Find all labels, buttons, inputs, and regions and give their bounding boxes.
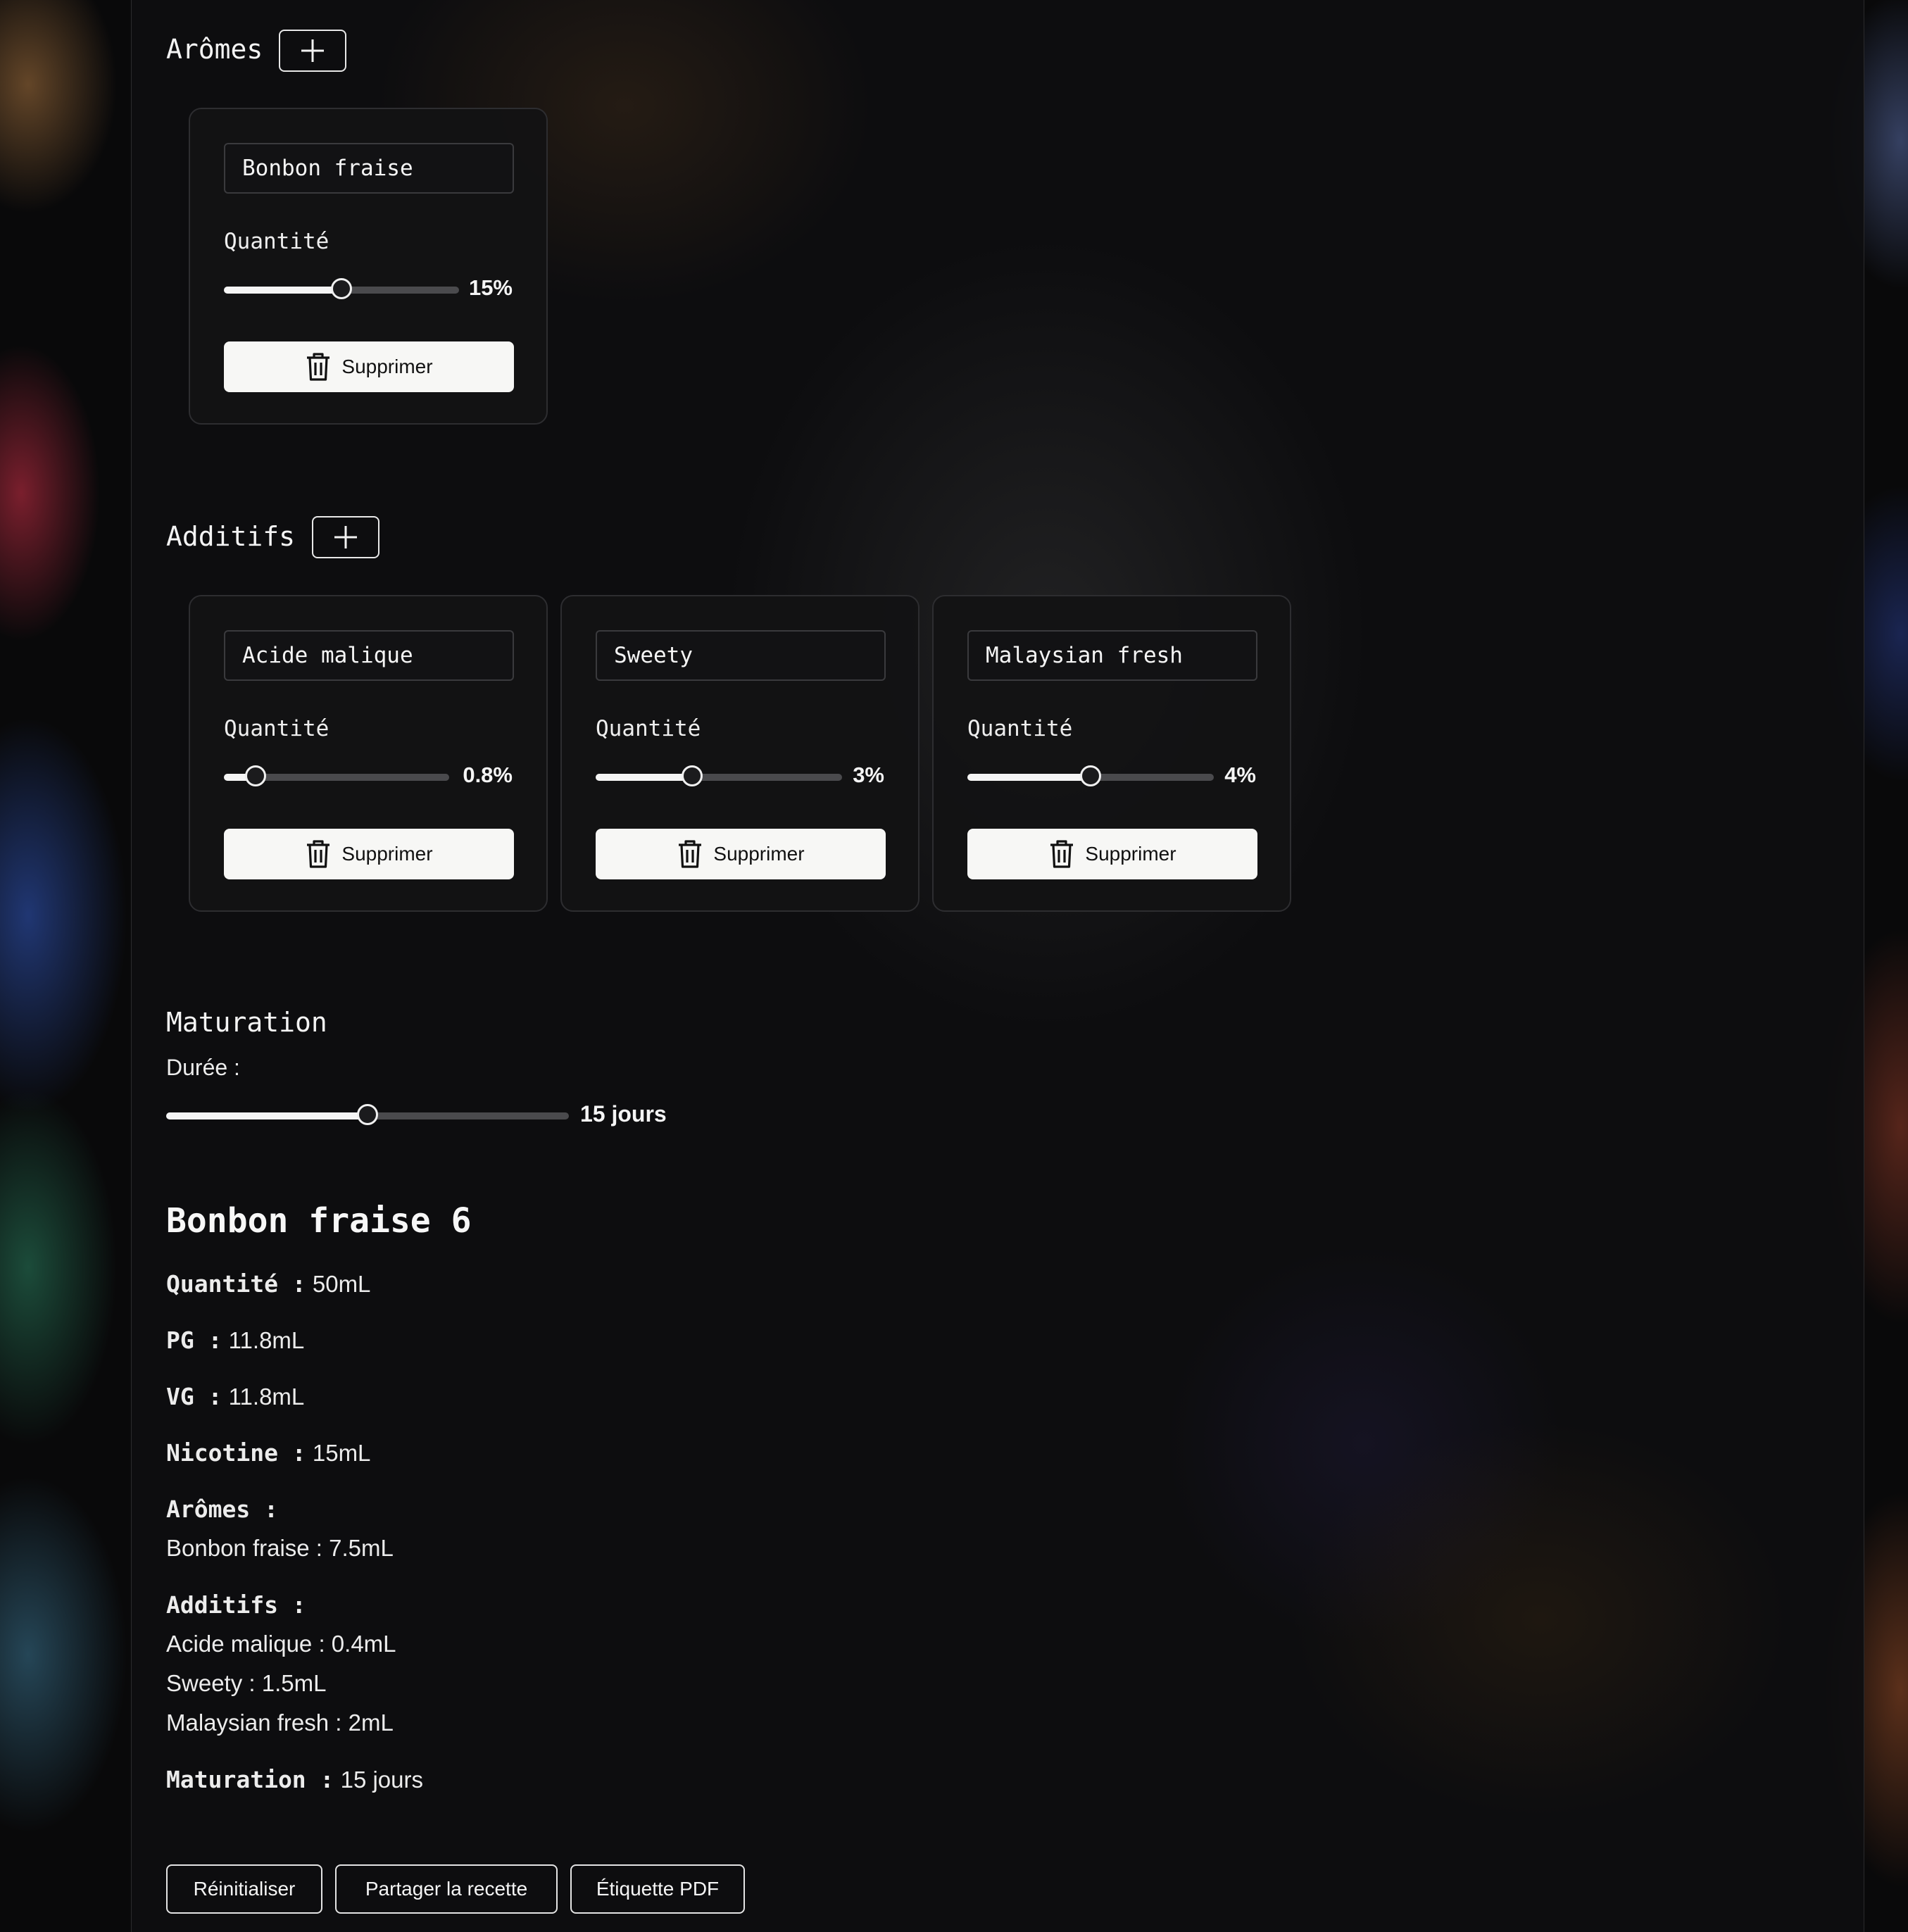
additif-name-input[interactable]: Sweety (596, 630, 886, 681)
summary-additif-item: Acide malique : 0.4mL (166, 1631, 396, 1657)
slider-thumb[interactable] (681, 765, 703, 786)
duration-value: 15 jours (580, 1101, 667, 1127)
arome-name-input[interactable]: Bonbon fraise (224, 143, 514, 194)
delete-button[interactable]: Supprimer (596, 829, 886, 879)
additif-name-input[interactable]: Malaysian fresh (967, 630, 1257, 681)
quantity-label: Quantité (224, 229, 329, 254)
add-additif-button[interactable] (312, 516, 379, 558)
slider-thumb[interactable] (1080, 765, 1101, 786)
quantity-slider[interactable] (967, 765, 1214, 786)
additif-card: Acide malique Quantité 0.8% Supprimer (189, 595, 548, 912)
aromes-title: Arômes (166, 34, 263, 65)
quantity-value: 15% (468, 275, 513, 300)
summary-additifs-heading: Additifs : (166, 1591, 306, 1619)
trash-icon (307, 840, 330, 868)
slider-thumb[interactable] (244, 765, 266, 786)
summary-aromes-heading: Arômes : (166, 1495, 278, 1523)
recipe-title: Bonbon fraise 6 (166, 1201, 472, 1241)
quantity-value: 3% (853, 763, 884, 787)
summary-quantite: Quantité : 50mL (166, 1270, 371, 1298)
delete-label: Supprimer (341, 356, 433, 377)
slider-fill (166, 1112, 368, 1119)
additif-card: Malaysian fresh Quantité 4% Supprimer (932, 595, 1291, 912)
summary-maturation: Maturation : 15 jours (166, 1766, 423, 1793)
slider-fill (596, 774, 692, 781)
quantity-slider[interactable] (224, 278, 459, 299)
quantity-value: 4% (1224, 763, 1256, 787)
trash-icon (1050, 840, 1074, 868)
additif-name-input[interactable]: Acide malique (224, 630, 514, 681)
reset-button[interactable]: Réinitialiser (166, 1864, 322, 1914)
slider-thumb[interactable] (357, 1104, 378, 1125)
quantity-slider[interactable] (596, 765, 842, 786)
trash-icon (307, 353, 330, 381)
trash-icon (679, 840, 702, 868)
slider-fill (224, 287, 341, 294)
additifs-title: Additifs (166, 521, 296, 552)
quantity-slider[interactable] (224, 765, 449, 786)
delete-label: Supprimer (1085, 843, 1176, 865)
additif-card: Sweety Quantité 3% Supprimer (560, 595, 920, 912)
quantity-label: Quantité (224, 716, 329, 741)
delete-button[interactable]: Supprimer (967, 829, 1257, 879)
slider-fill (967, 774, 1091, 781)
delete-button[interactable]: Supprimer (224, 341, 514, 392)
arome-card: Bonbon fraise Quantité 15% Supprimer (189, 108, 548, 425)
delete-label: Supprimer (341, 843, 433, 865)
summary-vg: VG : 11.8mL (166, 1383, 305, 1410)
summary-arome-item: Bonbon fraise : 7.5mL (166, 1535, 394, 1561)
quantity-value: 0.8% (463, 763, 513, 787)
quantity-label: Quantité (596, 716, 701, 741)
summary-nicotine: Nicotine : 15mL (166, 1439, 371, 1467)
summary-additif-item: Sweety : 1.5mL (166, 1670, 327, 1696)
delete-button[interactable]: Supprimer (224, 829, 514, 879)
slider-thumb[interactable] (331, 278, 352, 299)
summary-pg: PG : 11.8mL (166, 1326, 305, 1354)
summary-additif-item: Malaysian fresh : 2mL (166, 1710, 394, 1736)
duration-slider[interactable] (166, 1104, 569, 1125)
duration-label: Durée : (166, 1055, 240, 1080)
pdf-label-button[interactable]: Étiquette PDF (570, 1864, 745, 1914)
delete-label: Supprimer (713, 843, 805, 865)
share-recipe-button[interactable]: Partager la recette (335, 1864, 558, 1914)
maturation-title: Maturation (166, 1007, 327, 1038)
quantity-label: Quantité (967, 716, 1073, 741)
add-arome-button[interactable] (279, 30, 346, 72)
